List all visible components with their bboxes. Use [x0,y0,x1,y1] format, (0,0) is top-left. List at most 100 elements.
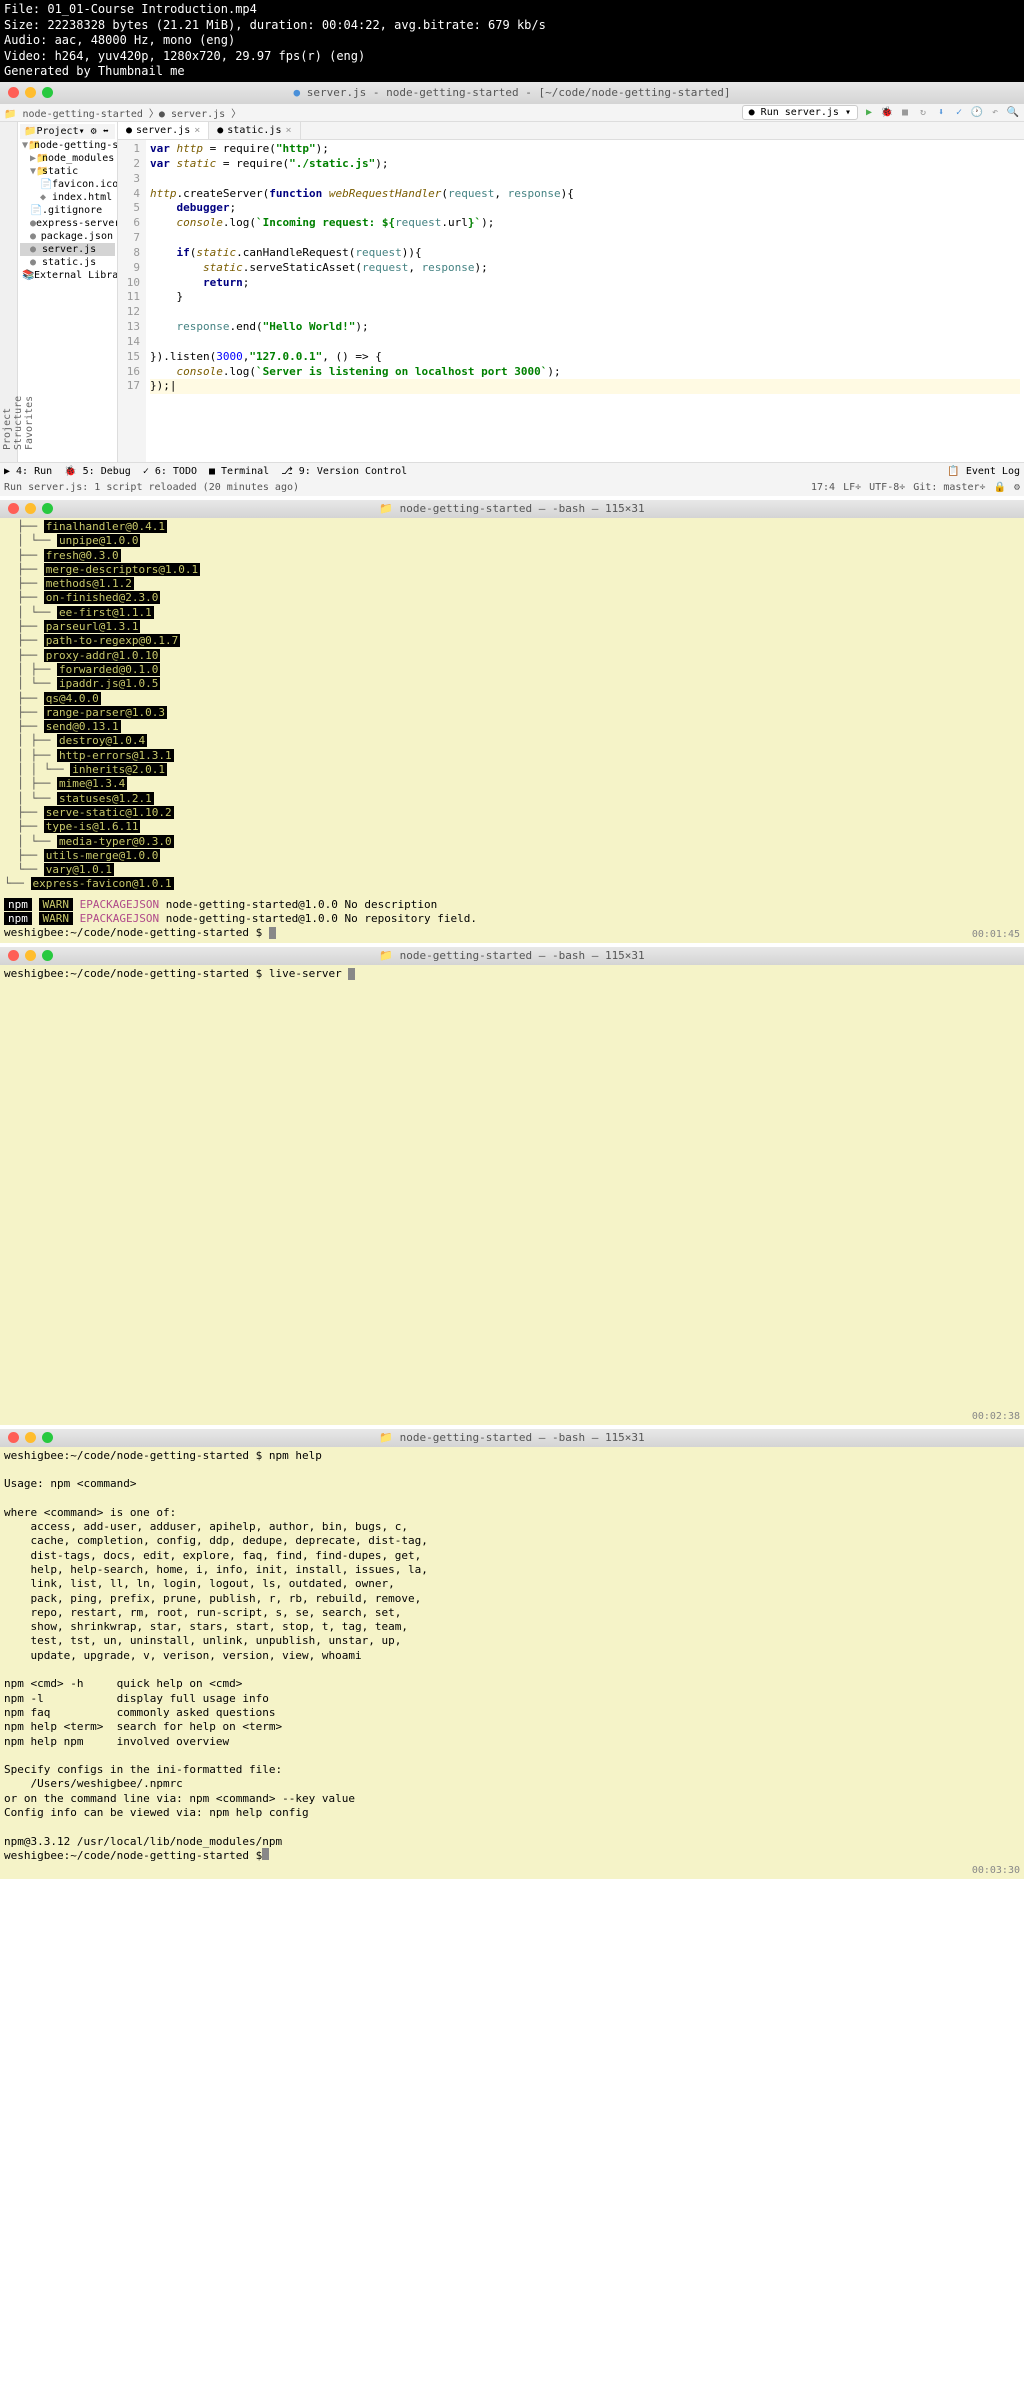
terminal-command: live-server [269,967,348,980]
meta-gen: Generated by Thumbnail me [4,64,1020,80]
editor-tab-static-js[interactable]: ● static.js × [209,122,300,139]
timestamp: 00:03:30 [972,1864,1020,1877]
npm-tree-line: │ ├── http-errors@1.3.1 [4,749,1020,763]
meta-audio: Audio: aac, 48000 Hz, mono (eng) [4,33,1020,49]
terminal-body[interactable]: weshigbee:~/code/node-getting-started $ … [0,1447,1024,1880]
close-icon[interactable]: × [194,125,200,136]
editor-tab-server-js[interactable]: ● server.js × [118,122,209,139]
meta-file: File: 01_01-Course Introduction.mp4 [4,2,1020,18]
npm-tree-line: ├── parseurl@1.3.1 [4,620,1020,634]
ide-toolbar: 📁 node-getting-started 〉● server.js 〉 ● … [0,104,1024,122]
editor-area: ● server.js × ● static.js × 123456789101… [118,122,1024,462]
npm-tree-line: ├── on-finished@2.3.0 [4,591,1020,605]
timestamp: 00:02:38 [972,1410,1020,1423]
npm-tree-line: ├── send@0.13.1 [4,720,1020,734]
npm-tree-line: ├── range-parser@1.0.3 [4,706,1020,720]
npm-tree-line: ├── finalhandler@0.4.1 [4,520,1020,534]
tab-version-control[interactable]: ⎇ 9: Version Control [281,466,407,477]
maximize-icon[interactable] [42,87,53,98]
tab-terminal[interactable]: ■ Terminal [209,466,269,477]
line-gutter: 1234567891011121314151617 [118,140,146,462]
close-icon[interactable] [8,87,19,98]
update-button[interactable]: ↻ [916,105,930,119]
npm-tree-line: │ ├── destroy@1.0.4 [4,734,1020,748]
cursor-position[interactable]: 17:4 [811,482,835,493]
terminal-prompt: weshigbee:~/code/node-getting-started $ [4,967,269,980]
close-icon[interactable]: × [285,125,291,136]
search-button[interactable]: 🔍 [1006,105,1020,119]
minimize-icon[interactable] [25,1432,36,1443]
npm-tree-line: └── vary@1.0.1 [4,863,1020,877]
close-icon[interactable] [8,503,19,514]
maximize-icon[interactable] [42,1432,53,1443]
history-button[interactable]: 🕐 [970,105,984,119]
npm-tree-line: ├── fresh@0.3.0 [4,549,1020,563]
status-message: Run server.js: 1 script reloaded (20 min… [4,482,299,493]
cursor-icon [348,968,355,980]
npm-tree-line: ├── utils-merge@1.0.0 [4,849,1020,863]
js-icon: ● [293,86,300,99]
terminal-window-2: 📁 node-getting-started — -bash — 115×31 … [0,947,1024,1425]
vcs-button[interactable]: ⬇ [934,105,948,119]
tab-debug[interactable]: 🐞 5: Debug [64,466,131,477]
npm-tree-line: │ └── media-typer@0.3.0 [4,835,1020,849]
hector-icon[interactable]: ⚙ [1014,482,1020,493]
npm-tree-line: │ └── ee-first@1.1.1 [4,606,1020,620]
npm-label: npm [4,912,32,925]
window-title: ● server.js - node-getting-started - [~/… [293,86,730,99]
bottom-tool-tabs: ▶ 4: Run 🐞 5: Debug ✓ 6: TODO ■ Terminal… [0,462,1024,480]
npm-tree-line: └── express-favicon@1.0.1 [4,877,1020,891]
terminal-body[interactable]: ├── finalhandler@0.4.1 │ └── unpipe@1.0.… [0,518,1024,943]
minimize-icon[interactable] [25,503,36,514]
terminal-title: 📁 node-getting-started — -bash — 115×31 [379,949,644,962]
npm-tree-line: │ └── statuses@1.2.1 [4,792,1020,806]
npm-tree-line: ├── type-is@1.6.11 [4,820,1020,834]
npm-tree-line: ├── methods@1.1.2 [4,577,1020,591]
terminal-titlebar[interactable]: 📁 node-getting-started — -bash — 115×31 [0,947,1024,965]
minimize-icon[interactable] [25,950,36,961]
event-log-button[interactable]: 📋 Event Log [947,466,1020,477]
sidebar-tab-project[interactable]: Project [2,126,13,450]
code-editor[interactable]: 1234567891011121314151617 var http = req… [118,140,1024,462]
terminal-window-3: 📁 node-getting-started — -bash — 115×31 … [0,1429,1024,1880]
run-button[interactable]: ▶ [862,105,876,119]
terminal-body[interactable]: weshigbee:~/code/node-getting-started $ … [0,965,1024,1425]
terminal-output: weshigbee:~/code/node-getting-started $ … [4,1449,1020,1864]
back-button[interactable]: ↶ [988,105,1002,119]
terminal-window-1: 📁 node-getting-started — -bash — 115×31 … [0,500,1024,943]
lock-icon[interactable]: 🔒 [994,482,1006,493]
maximize-icon[interactable] [42,950,53,961]
encoding[interactable]: UTF-8÷ [869,482,905,493]
sidebar-tab-structure[interactable]: Structure [13,126,24,450]
window-controls [8,87,53,98]
terminal-titlebar[interactable]: 📁 node-getting-started — -bash — 115×31 [0,500,1024,518]
terminal-titlebar[interactable]: 📁 node-getting-started — -bash — 115×31 [0,1429,1024,1447]
sidebar-tabs: Project Structure Favorites [0,122,18,462]
stop-button[interactable]: ■ [898,105,912,119]
terminal-prompt: weshigbee:~/code/node-getting-started $ [4,926,269,939]
npm-tree-line: ├── qs@4.0.0 [4,692,1020,706]
debug-button[interactable]: 🐞 [880,105,894,119]
run-config-selector[interactable]: ● Run server.js ▾ [742,105,858,120]
terminal-title: 📁 node-getting-started — -bash — 115×31 [379,502,644,515]
close-icon[interactable] [8,950,19,961]
ide-titlebar[interactable]: ● server.js - node-getting-started - [~/… [0,82,1024,104]
line-separator[interactable]: LF÷ [843,482,861,493]
timestamp: 00:01:45 [972,928,1020,941]
git-branch[interactable]: Git: master÷ [913,482,985,493]
cursor-icon [269,927,276,939]
npm-tree-line: │ ├── mime@1.3.4 [4,777,1020,791]
npm-tree-line: ├── path-to-regexp@0.1.7 [4,634,1020,648]
close-icon[interactable] [8,1432,19,1443]
maximize-icon[interactable] [42,503,53,514]
npm-tree-line: ├── serve-static@1.10.2 [4,806,1020,820]
tab-todo[interactable]: ✓ 6: TODO [143,466,197,477]
minimize-icon[interactable] [25,87,36,98]
commit-button[interactable]: ✓ [952,105,966,119]
video-metadata-header: File: 01_01-Course Introduction.mp4 Size… [0,0,1024,82]
npm-tree-line: ├── merge-descriptors@1.0.1 [4,563,1020,577]
sidebar-tab-favorites[interactable]: Favorites [24,126,35,450]
tab-run[interactable]: ▶ 4: Run [4,466,52,477]
breadcrumb[interactable]: 📁 node-getting-started 〉● server.js 〉 [4,105,241,120]
code-content[interactable]: var http = require("http");var static = … [146,140,1024,462]
